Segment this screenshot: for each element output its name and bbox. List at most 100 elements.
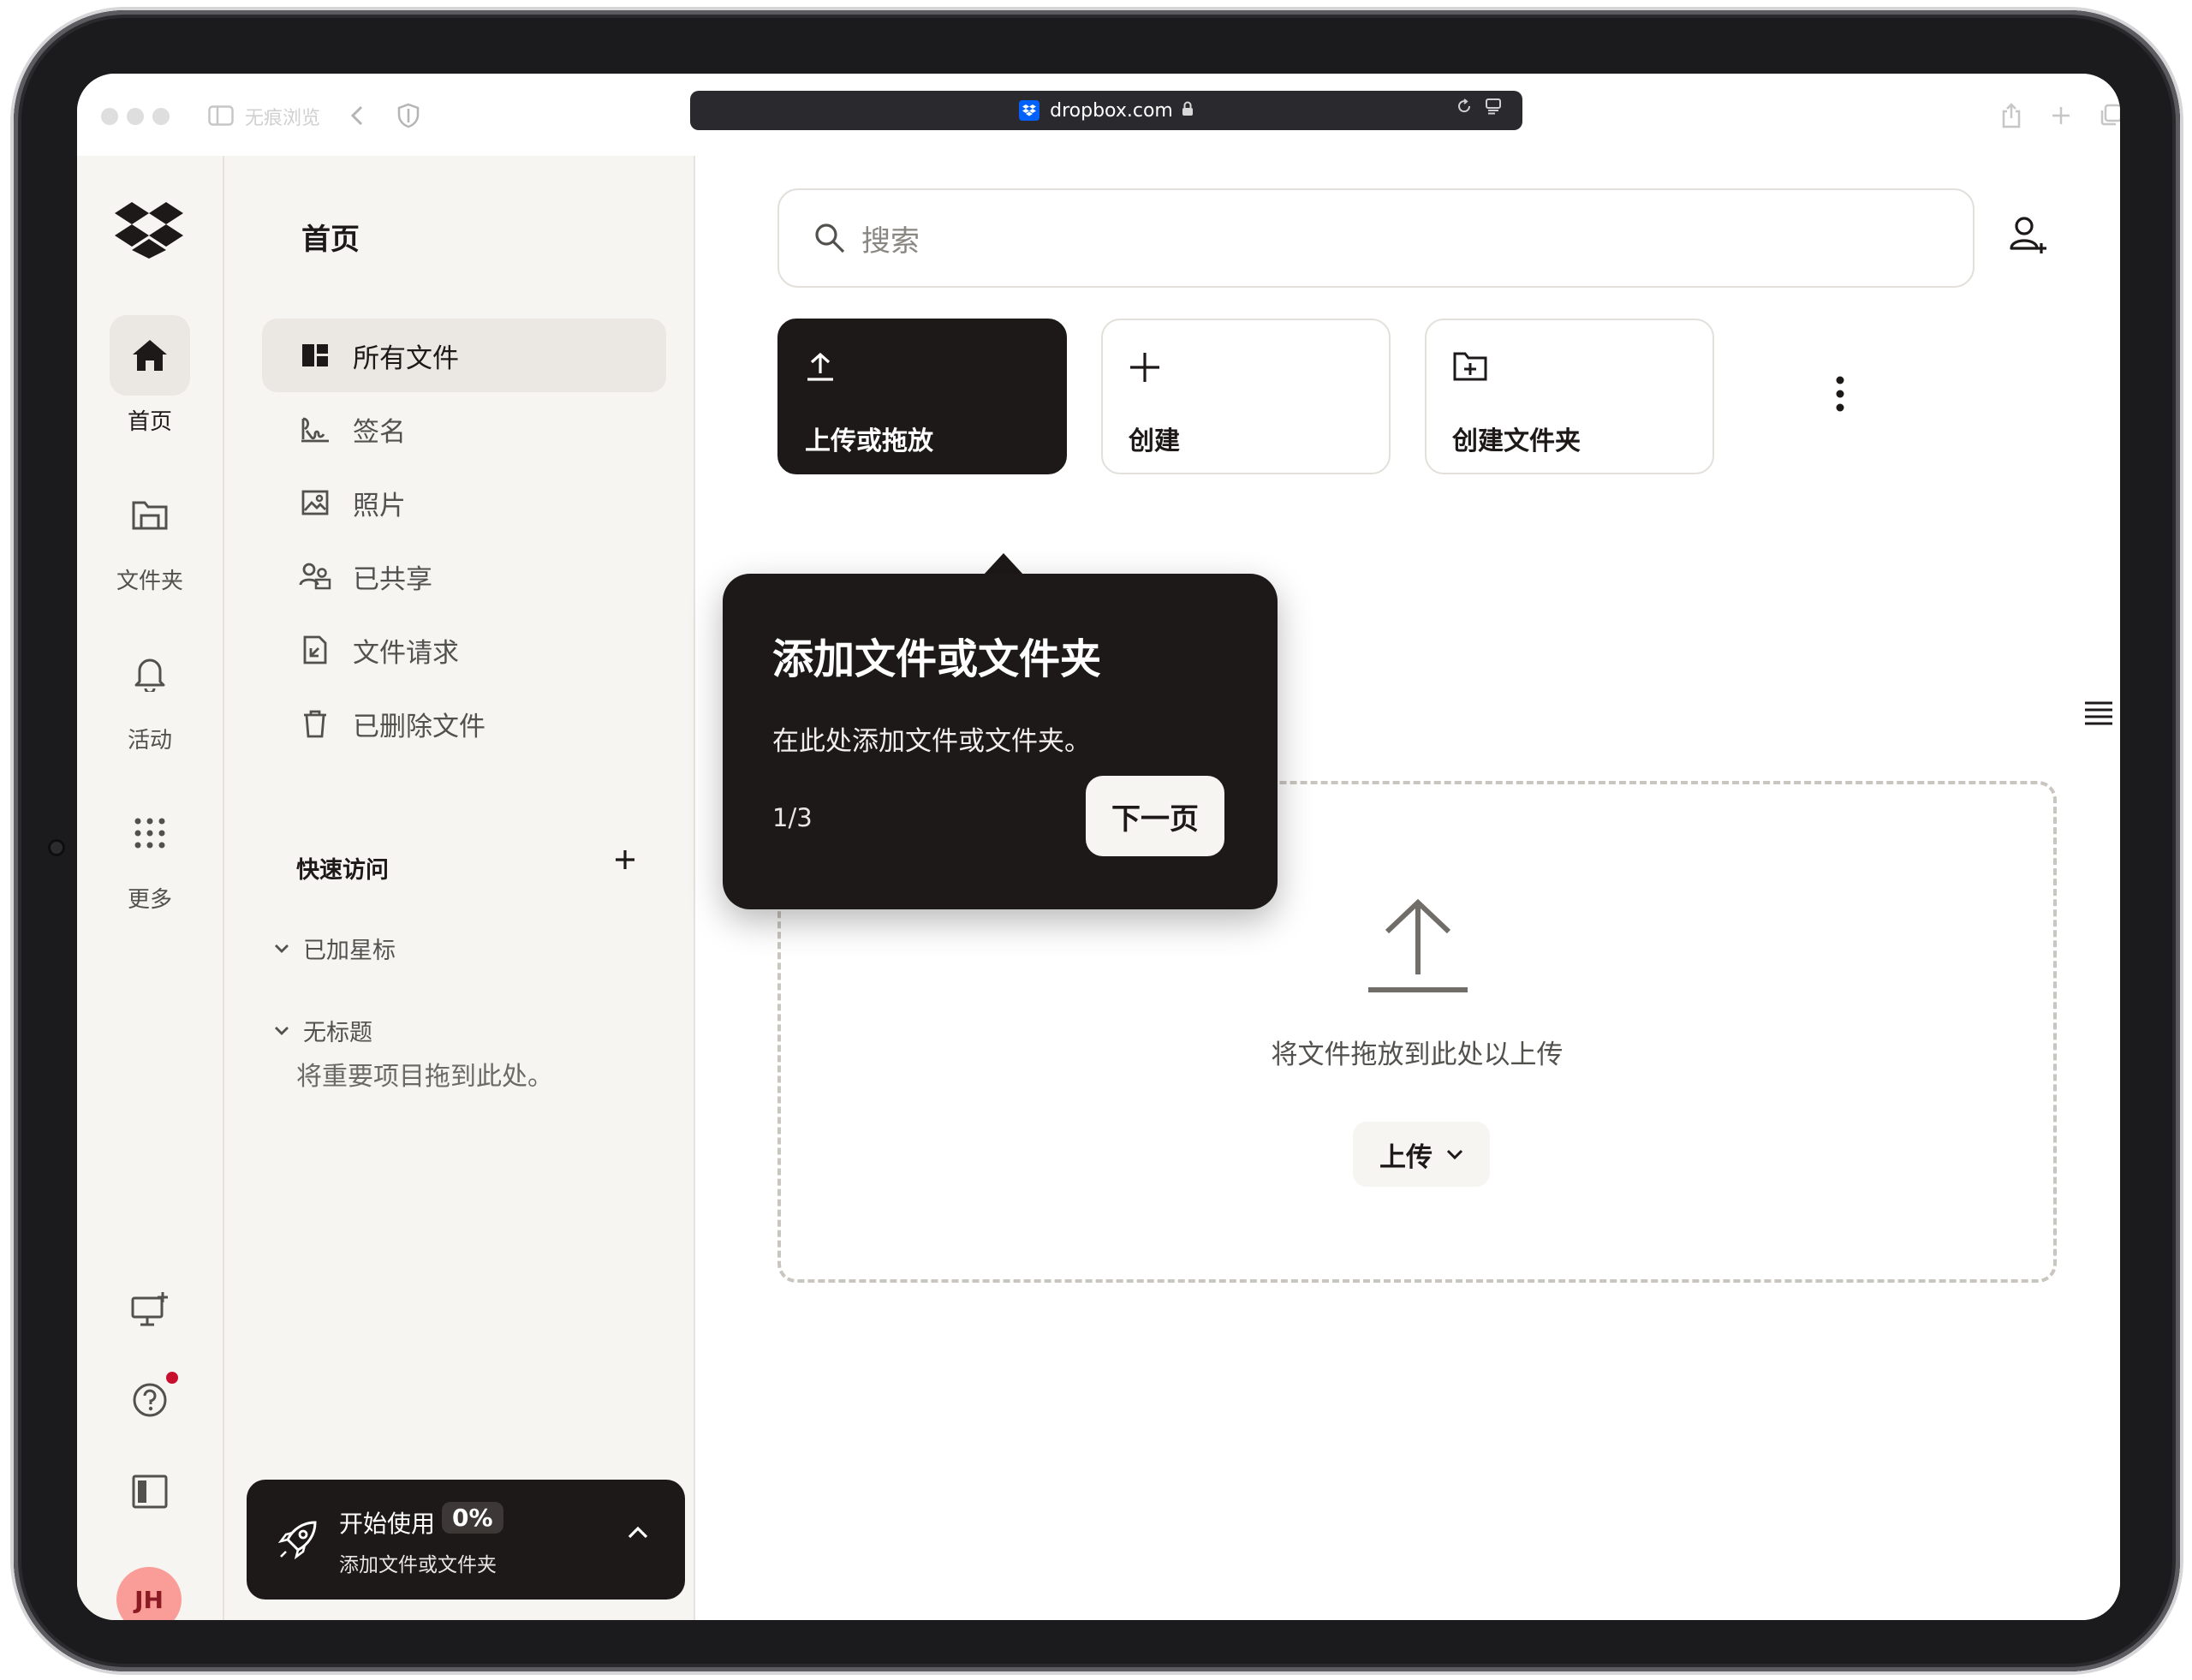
nav-item-label: 所有文件 [353, 343, 459, 374]
nav-item-label: 已删除文件 [353, 711, 485, 742]
window-minimize-dot[interactable] [127, 108, 144, 125]
page-title: 首页 [301, 223, 360, 257]
install-desktop-icon[interactable] [77, 1291, 223, 1327]
nav-item-all-files[interactable]: 所有文件 [262, 319, 666, 392]
upload-arrow-icon [1367, 897, 1469, 1000]
next-page-button[interactable]: 下一页 [1086, 776, 1224, 856]
new-tab-icon[interactable] [2048, 96, 2074, 135]
rail-item-activity[interactable]: 活动 [77, 634, 223, 754]
getting-started-subtitle: 添加文件或文件夹 [339, 1554, 497, 1576]
reload-icon[interactable] [1456, 98, 1473, 120]
window-close-dot[interactable] [101, 108, 118, 125]
shield-icon[interactable] [394, 96, 423, 135]
share-icon[interactable] [1998, 96, 2024, 135]
home-icon [110, 315, 190, 396]
list-view-icon[interactable] [2084, 700, 2113, 730]
browser-toolbar: 无痕浏览 dropbox.com [77, 74, 2120, 156]
popover-body: 在此处添加文件或文件夹。 [772, 726, 1091, 757]
nav-item-file-requests[interactable]: 文件请求 [262, 613, 666, 687]
upload-dropdown-label: 上传 [1379, 1141, 1433, 1173]
add-user-icon[interactable] [2009, 216, 2048, 259]
nav-item-label: 签名 [353, 416, 406, 448]
starred-group-label: 已加星标 [303, 938, 396, 964]
signature-icon [298, 412, 332, 446]
new-folder-icon [1452, 351, 1488, 385]
chevron-down-icon [267, 944, 296, 954]
nav-item-signatures[interactable]: 签名 [262, 392, 666, 466]
private-browsing-label: 无痕浏览 [245, 108, 321, 129]
untitled-group-toggle[interactable]: 无标题 [267, 1014, 372, 1047]
nav-item-shared[interactable]: 已共享 [262, 539, 666, 613]
all-files-icon [298, 338, 332, 372]
sidebar-toggle-icon[interactable] [206, 96, 236, 135]
bell-icon [110, 634, 190, 714]
grid-icon [110, 793, 190, 873]
popover-title: 添加文件或文件夹 [772, 635, 1102, 683]
plus-icon [1129, 351, 1161, 387]
photo-icon [298, 486, 332, 520]
window-zoom-dot[interactable] [152, 108, 170, 125]
rail-item-folders[interactable]: 文件夹 [77, 474, 223, 595]
collapse-panel-icon[interactable] [77, 1474, 223, 1509]
upload-or-drop-button[interactable]: 上传或拖放 [777, 319, 1067, 474]
chevron-down-icon [1446, 1148, 1463, 1160]
nav-item-label: 照片 [353, 490, 406, 521]
dropzone-text: 将文件拖放到此处以上传 [1271, 1040, 1564, 1070]
create-folder-button[interactable]: 创建文件夹 [1425, 319, 1714, 474]
more-actions-icon[interactable] [1834, 375, 1846, 416]
create-button[interactable]: 创建 [1101, 319, 1391, 474]
create-label: 创建 [1129, 426, 1180, 456]
file-request-icon [298, 633, 332, 667]
reader-icon[interactable] [1485, 98, 1502, 120]
nav-panel: 首页 所有文件 签名 照片 已共享 文件请求 已删除文件 快速访问 已加星标 无… [223, 156, 695, 1620]
rocket-icon [277, 1519, 319, 1564]
plus-icon [616, 850, 634, 869]
search-input[interactable]: 搜索 [777, 188, 1975, 288]
getting-started-card[interactable]: 开始使用 0% 添加文件或文件夹 [247, 1480, 685, 1600]
nav-item-deleted-files[interactable]: 已删除文件 [262, 687, 666, 760]
address-bar[interactable]: dropbox.com [690, 91, 1522, 130]
popover-arrow [983, 553, 1024, 575]
rail-item-more[interactable]: 更多 [77, 793, 223, 914]
chevron-up-icon[interactable] [627, 1524, 649, 1543]
upload-or-drop-label: 上传或拖放 [805, 426, 933, 456]
avatar[interactable]: JH [116, 1567, 182, 1620]
add-quick-access-button[interactable] [599, 834, 651, 885]
notification-dot [166, 1372, 178, 1384]
url-text: dropbox.com [1050, 99, 1173, 122]
shared-icon [298, 559, 332, 593]
progress-badge: 0% [442, 1502, 503, 1534]
nav-item-photos[interactable]: 照片 [262, 466, 666, 539]
rail-label: 更多 [127, 887, 172, 913]
tab-overview-icon[interactable] [2098, 96, 2120, 135]
quick-access-hint: 将重要项目拖到此处。 [296, 1062, 553, 1092]
camera [48, 839, 65, 856]
folder-icon [110, 474, 190, 555]
chevron-down-icon [267, 1026, 296, 1036]
app-rail: 首页 文件夹 活动 更多 JH [77, 156, 223, 1620]
onboarding-popover: 添加文件或文件夹 在此处添加文件或文件夹。 1/3 下一页 [723, 574, 1278, 909]
rail-label: 文件夹 [116, 569, 183, 594]
upload-icon [805, 351, 836, 385]
search-icon [813, 222, 846, 254]
getting-started-title: 开始使用 [339, 1510, 436, 1538]
nav-item-label: 已共享 [353, 563, 432, 595]
starred-group-toggle[interactable]: 已加星标 [267, 932, 396, 965]
dropbox-favicon-icon [1019, 100, 1040, 121]
rail-label: 活动 [127, 728, 172, 754]
nav-item-label: 文件请求 [353, 637, 459, 669]
upload-dropdown-button[interactable]: 上传 [1353, 1122, 1490, 1187]
dropbox-logo-icon[interactable] [115, 202, 183, 262]
ipad-frame: 无痕浏览 dropbox.com 首页 文件夹 活动 更多 JH 首页 所有文件… [14, 10, 2180, 1671]
rail-item-home[interactable]: 首页 [77, 315, 223, 436]
quick-access-title: 快速访问 [296, 857, 389, 884]
back-icon[interactable] [344, 96, 370, 135]
trash-icon [298, 706, 332, 741]
popover-step-counter: 1/3 [772, 803, 813, 832]
create-folder-label: 创建文件夹 [1452, 426, 1581, 456]
untitled-group-label: 无标题 [303, 1020, 372, 1046]
search-placeholder: 搜索 [861, 223, 920, 259]
screen: 无痕浏览 dropbox.com 首页 文件夹 活动 更多 JH 首页 所有文件… [77, 74, 2120, 1620]
rail-label: 首页 [127, 409, 172, 435]
help-icon[interactable] [77, 1382, 223, 1418]
